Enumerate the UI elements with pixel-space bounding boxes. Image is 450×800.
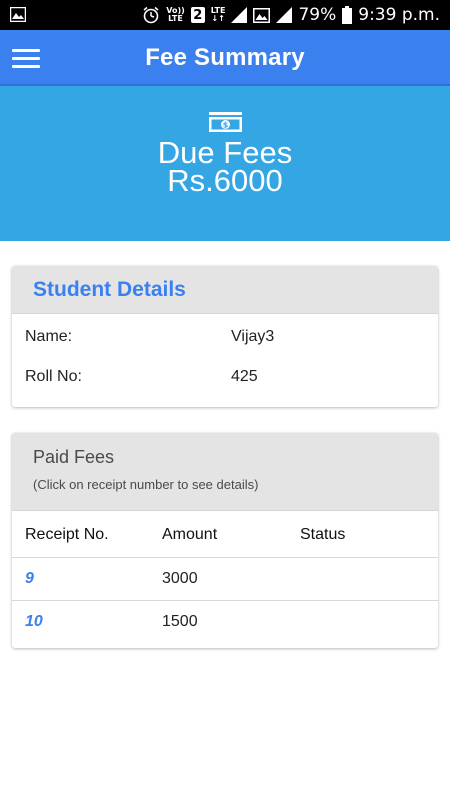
due-fees-banner: $ Due Fees Rs.6000 [0,86,450,241]
signal-icon [276,7,293,23]
signal-icon [231,7,248,23]
name-value: Vijay3 [231,328,275,345]
clock: 9:39 p.m. [358,5,440,25]
student-details-card: Student Details Name: Vijay3 Roll No: 42… [12,266,438,407]
app-bar: Fee Summary [0,30,450,86]
student-details-header: Student Details [12,266,438,314]
battery-icon [342,6,353,24]
svg-text:$: $ [223,121,229,130]
amount-cell: 3000 [162,570,198,587]
image-icon [253,7,271,23]
roll-no-value: 425 [231,368,258,385]
column-header-status: Status [300,526,346,543]
page-title: Fee Summary [145,44,305,71]
paid-fees-hint: (Click on receipt number to see details) [33,477,259,492]
volte-indicator: Vo)) LTE [166,6,185,23]
alarm-icon [143,6,159,24]
name-label: Name: [25,328,73,345]
money-bill-icon: $ [209,112,242,132]
table-row: 9 3000 [12,558,438,601]
status-icons: Vo)) LTE 2 LTE ↓↑ 79% 9:39 p.m. [142,0,440,30]
image-icon [10,7,26,22]
hamburger-menu-icon[interactable] [12,49,40,69]
student-details-title: Student Details [33,278,186,301]
receipt-link[interactable]: 10 [25,601,43,643]
table-row: 10 1500 [12,601,438,644]
amount-cell: 1500 [162,613,198,630]
paid-fees-card: Paid Fees (Click on receipt number to se… [12,433,438,648]
status-bar: Vo)) LTE 2 LTE ↓↑ 79% 9:39 p.m. [0,0,450,30]
table-header: Receipt No. Amount Status [12,511,438,558]
paid-fees-header: Paid Fees (Click on receipt number to se… [12,433,438,511]
roll-no-label: Roll No: [25,368,82,385]
paid-fees-title: Paid Fees [33,447,115,467]
lte-indicator: LTE ↓↑ [210,6,226,23]
sim-slot-badge: 2 [190,7,205,23]
due-fees-amount: Rs.6000 [167,163,283,198]
column-header-amount: Amount [162,526,218,543]
receipt-link[interactable]: 9 [25,558,34,600]
column-header-receipt: Receipt No. [25,526,109,543]
battery-percent: 79% [298,5,337,25]
